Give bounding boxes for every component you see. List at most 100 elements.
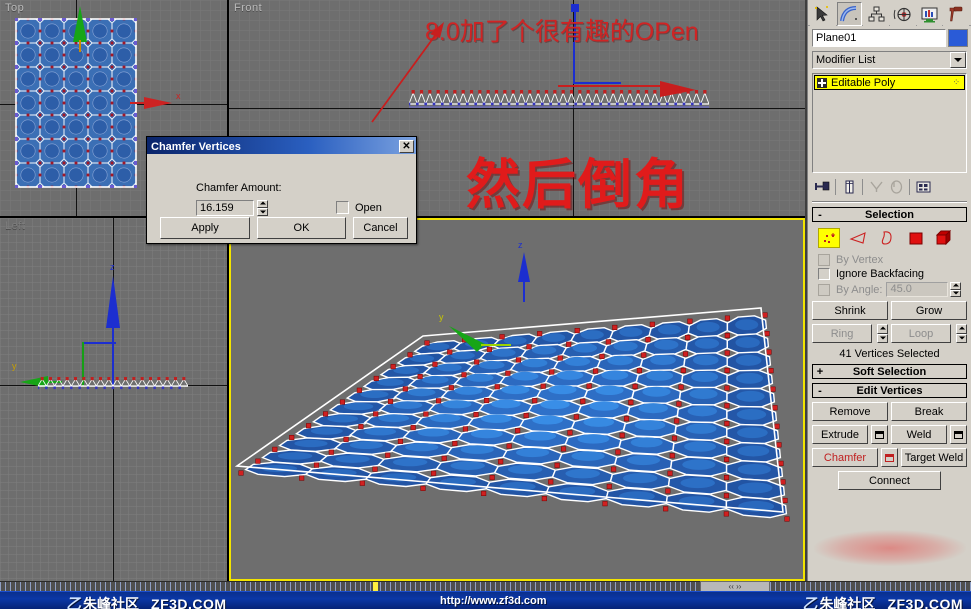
modifier-stack[interactable]: Editable Poly ⁘ [812, 73, 967, 173]
polygon-subobject-icon[interactable] [905, 228, 927, 248]
modify-tab[interactable] [836, 2, 863, 26]
chamfer-button[interactable]: Chamfer [812, 448, 878, 467]
extrude-button[interactable]: Extrude [812, 425, 868, 444]
show-end-result-icon[interactable] [839, 177, 859, 197]
spinner-up-icon[interactable] [257, 200, 268, 208]
by-angle-input[interactable]: 45.0 [886, 282, 949, 297]
make-unique-icon[interactable] [866, 177, 886, 197]
target-weld-button[interactable]: Target Weld [901, 448, 967, 467]
ignore-backfacing-checkbox[interactable] [818, 268, 830, 280]
object-color-swatch[interactable] [948, 29, 968, 47]
stack-tools-row [812, 176, 967, 198]
gizmo-z-axis-persp[interactable]: z [509, 238, 539, 304]
rollout-header-selection[interactable]: - Selection [812, 207, 967, 222]
gizmo-z-axis-top[interactable] [60, 4, 100, 54]
apply-button[interactable]: Apply [160, 217, 250, 239]
rollout-toggle-sign[interactable]: - [813, 385, 827, 397]
by-angle-label: By Angle: [836, 283, 883, 296]
object-name-input[interactable]: Plane01 [812, 29, 946, 47]
spinner-up-icon[interactable] [956, 324, 967, 334]
pin-stack-icon[interactable] [812, 177, 832, 197]
divider [812, 201, 967, 203]
display-monitor-icon [921, 7, 938, 22]
left-view-mesh [38, 377, 188, 390]
chevron-down-icon[interactable] [950, 52, 966, 68]
break-button[interactable]: Break [891, 402, 967, 421]
gizmo-x-axis-top[interactable]: x [128, 88, 188, 118]
ok-button[interactable]: OK [257, 217, 346, 239]
motion-wheel-icon [894, 7, 911, 21]
spinner-down-icon[interactable] [956, 333, 967, 343]
watermark-right-cn: 朱峰社区 [819, 596, 876, 609]
configure-modifier-sets-icon[interactable] [913, 177, 933, 197]
viewport-top-label: Top [5, 2, 25, 14]
divider [862, 179, 863, 195]
rollout-header-soft-selection[interactable]: + Soft Selection [812, 364, 967, 379]
watermark-left-domain: ZF3D.COM [151, 596, 227, 609]
chamfer-amount-input[interactable]: 16.159 [196, 200, 254, 216]
spinner-up-icon[interactable] [950, 282, 962, 290]
shrink-button[interactable]: Shrink [812, 301, 888, 320]
by-vertex-row[interactable]: By Vertex [818, 254, 971, 266]
vertex-subobject-icon[interactable] [818, 228, 840, 248]
rollout-header-edit-vertices[interactable]: - Edit Vertices [812, 383, 967, 398]
by-angle-row[interactable]: By Angle: 45.0 [818, 282, 971, 297]
selection-status-text: 41 Vertices Selected [839, 348, 940, 360]
close-icon[interactable]: ✕ [399, 140, 414, 153]
ignore-backfacing-row[interactable]: Ignore Backfacing [818, 268, 971, 280]
viewport-area: x Top x [0, 0, 805, 581]
spinner-down-icon[interactable] [950, 289, 962, 297]
ignore-backfacing-label: Ignore Backfacing [836, 268, 925, 280]
viewport-left[interactable]: z y Left [0, 218, 227, 581]
expand-plus-icon[interactable] [817, 77, 827, 88]
shrink-grow-row: Shrink Grow [812, 301, 967, 320]
border-subobject-icon[interactable] [876, 228, 898, 248]
remove-modifier-icon[interactable] [886, 177, 906, 197]
extrude-settings-icon[interactable] [871, 425, 888, 444]
chamfer-amount-spinner[interactable] [257, 200, 268, 216]
open-checkbox-label: Open [355, 202, 382, 214]
chamfer-settings-icon[interactable] [881, 448, 898, 467]
hierarchy-icon [868, 6, 885, 21]
hierarchy-tab[interactable] [863, 2, 890, 26]
rollout-toggle-sign[interactable]: - [813, 209, 827, 221]
element-subobject-icon[interactable] [934, 228, 956, 248]
gizmo-axis-tripod-front[interactable] [559, 40, 679, 100]
weld-button[interactable]: Weld [891, 425, 947, 444]
by-vertex-label: By Vertex [836, 254, 884, 266]
open-checkbox[interactable] [336, 201, 349, 214]
dialog-body: Chamfer Amount: 16.159 Open Apply OK Can… [147, 154, 416, 245]
utilities-tab[interactable] [943, 2, 970, 26]
gizmo-z-axis-front[interactable] [549, 2, 599, 44]
motion-tab[interactable] [890, 2, 916, 26]
grow-button[interactable]: Grow [891, 301, 967, 320]
spinner-down-icon[interactable] [877, 333, 888, 343]
remove-button[interactable]: Remove [812, 402, 888, 421]
loop-button[interactable]: Loop [891, 324, 951, 343]
gizmo-y-axis-persp[interactable]: y [437, 308, 557, 378]
cancel-button[interactable]: Cancel [353, 217, 408, 239]
ring-spinner[interactable] [877, 324, 888, 343]
by-angle-checkbox[interactable] [818, 283, 830, 296]
display-tab[interactable] [916, 2, 943, 26]
by-angle-spinner[interactable] [950, 282, 962, 297]
spinner-down-icon[interactable] [257, 208, 268, 216]
loop-spinner[interactable] [956, 324, 967, 343]
chamfer-vertices-dialog[interactable]: Chamfer Vertices ✕ Chamfer Amount: 16.15… [146, 136, 417, 244]
viewport-perspective[interactable]: z y z y x [229, 218, 805, 581]
ring-button[interactable]: Ring [812, 324, 872, 343]
rollout-toggle-sign[interactable]: + [813, 366, 827, 378]
dialog-title-text: Chamfer Vertices [151, 140, 241, 153]
create-tab[interactable] [810, 2, 836, 26]
connect-button[interactable]: Connect [838, 471, 941, 490]
modifier-list-dropdown[interactable]: Modifier List [812, 51, 967, 69]
spinner-up-icon[interactable] [877, 324, 888, 334]
dialog-titlebar[interactable]: Chamfer Vertices ✕ [147, 137, 416, 154]
track-marker[interactable] [373, 582, 378, 591]
edge-subobject-icon[interactable] [847, 228, 869, 248]
stack-item-editable-poly[interactable]: Editable Poly ⁘ [814, 75, 965, 90]
weld-settings-icon[interactable] [950, 425, 967, 444]
by-vertex-checkbox[interactable] [818, 254, 830, 266]
track-bar[interactable]: ‹‹ ›› [0, 581, 971, 592]
modify-arc-icon [840, 5, 857, 21]
